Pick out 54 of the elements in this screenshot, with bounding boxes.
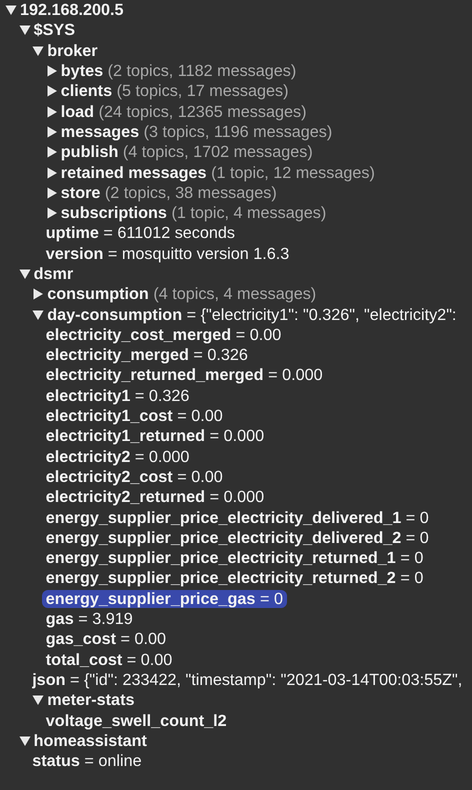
tree-node[interactable]: energy_supplier_price_electricity_delivered_2 = 0 bbox=[42, 528, 433, 547]
tree-node[interactable]: uptime = 611012 seconds bbox=[42, 224, 239, 242]
tree-node[interactable]: electricity2_cost = 0.00 bbox=[42, 468, 227, 486]
tree-node[interactable]: dsmr bbox=[30, 265, 78, 283]
tree-node[interactable]: 192.168.200.5 bbox=[16, 1, 128, 20]
tree-node[interactable]: clients (5 topics, 17 messages) bbox=[56, 82, 292, 100]
caret-icon[interactable] bbox=[32, 44, 44, 57]
tree-node[interactable]: voltage_swell_count_l2 bbox=[42, 712, 231, 730]
tree-node[interactable]: electricity1_cost = 0.00 bbox=[42, 407, 227, 426]
tree-node[interactable]: gas = 3.919 bbox=[42, 610, 137, 628]
tree-node[interactable]: electricity_merged = 0.326 bbox=[42, 346, 252, 364]
tree-node[interactable]: electricity_cost_merged = 0.00 bbox=[42, 326, 286, 344]
caret-icon[interactable] bbox=[46, 65, 58, 78]
caret-icon[interactable] bbox=[18, 734, 31, 747]
tree-node[interactable]: energy_supplier_price_electricity_delivered_1 = 0 bbox=[42, 508, 433, 527]
tree-node[interactable]: subscriptions (1 topic, 4 messages) bbox=[56, 204, 330, 222]
tree-node[interactable]: day-consumption = {"electricity1": "0.326", "electricity2": bbox=[43, 306, 460, 324]
caret-icon[interactable] bbox=[46, 186, 58, 199]
tree-node[interactable]: json = {"id": 233422, "timestamp": "2021-03-14T00:03:55Z", bbox=[28, 670, 466, 689]
tree-node[interactable]: electricity2_returned = 0.000 bbox=[42, 488, 268, 506]
tree-node[interactable]: store (2 topics, 38 messages) bbox=[56, 184, 281, 202]
tree-node[interactable]: total_cost = 0.00 bbox=[42, 650, 176, 669]
tree-node[interactable]: electricity1_returned = 0.000 bbox=[42, 427, 268, 446]
tree-node[interactable]: electricity1 = 0.326 bbox=[42, 386, 194, 405]
tree-node[interactable]: $SYS bbox=[30, 21, 79, 40]
tree-node[interactable]: bytes (2 topics, 1182 messages) bbox=[56, 62, 300, 80]
tree-node[interactable]: energy_supplier_price_electricity_returned_1 = 0 bbox=[42, 549, 428, 568]
tree-node[interactable]: homeassistant bbox=[30, 732, 151, 750]
tree-node[interactable]: broker bbox=[43, 42, 102, 60]
tree-node[interactable]: electricity2 = 0.000 bbox=[42, 448, 194, 466]
tree-node[interactable]: status = online bbox=[28, 752, 146, 770]
caret-icon[interactable] bbox=[46, 85, 58, 98]
caret-icon[interactable] bbox=[32, 308, 44, 321]
caret-icon[interactable] bbox=[18, 24, 31, 36]
caret-icon[interactable] bbox=[18, 268, 31, 280]
caret-icon[interactable] bbox=[46, 207, 58, 220]
tree-node[interactable]: publish (4 topics, 1702 messages) bbox=[56, 143, 317, 162]
tree-node[interactable]: energy_supplier_price_gas = 0 bbox=[42, 590, 287, 608]
tree-node[interactable]: retained messages (1 topic, 12 messages) bbox=[56, 164, 379, 182]
caret-icon[interactable] bbox=[46, 106, 58, 118]
caret-icon[interactable] bbox=[32, 694, 44, 706]
tree-node[interactable]: energy_supplier_price_electricity_returned_2 = 0 bbox=[42, 569, 428, 588]
caret-icon[interactable] bbox=[46, 146, 58, 158]
tree-node[interactable]: meter-stats bbox=[43, 691, 138, 710]
tree-node[interactable]: load (24 topics, 12365 messages) bbox=[56, 102, 310, 121]
caret-icon[interactable] bbox=[46, 126, 58, 138]
tree-node[interactable]: messages (3 topics, 1196 messages) bbox=[56, 122, 336, 141]
tree-node[interactable]: electricity_returned_merged = 0.000 bbox=[42, 366, 327, 384]
tree-node[interactable]: version = mosquitto version 1.6.3 bbox=[42, 244, 294, 263]
caret-icon[interactable] bbox=[46, 166, 58, 179]
tree-node[interactable]: gas_cost = 0.00 bbox=[42, 630, 170, 648]
caret-icon[interactable] bbox=[5, 4, 17, 16]
caret-icon[interactable] bbox=[32, 288, 44, 300]
tree-node[interactable]: consumption (4 topics, 4 messages) bbox=[43, 285, 320, 304]
